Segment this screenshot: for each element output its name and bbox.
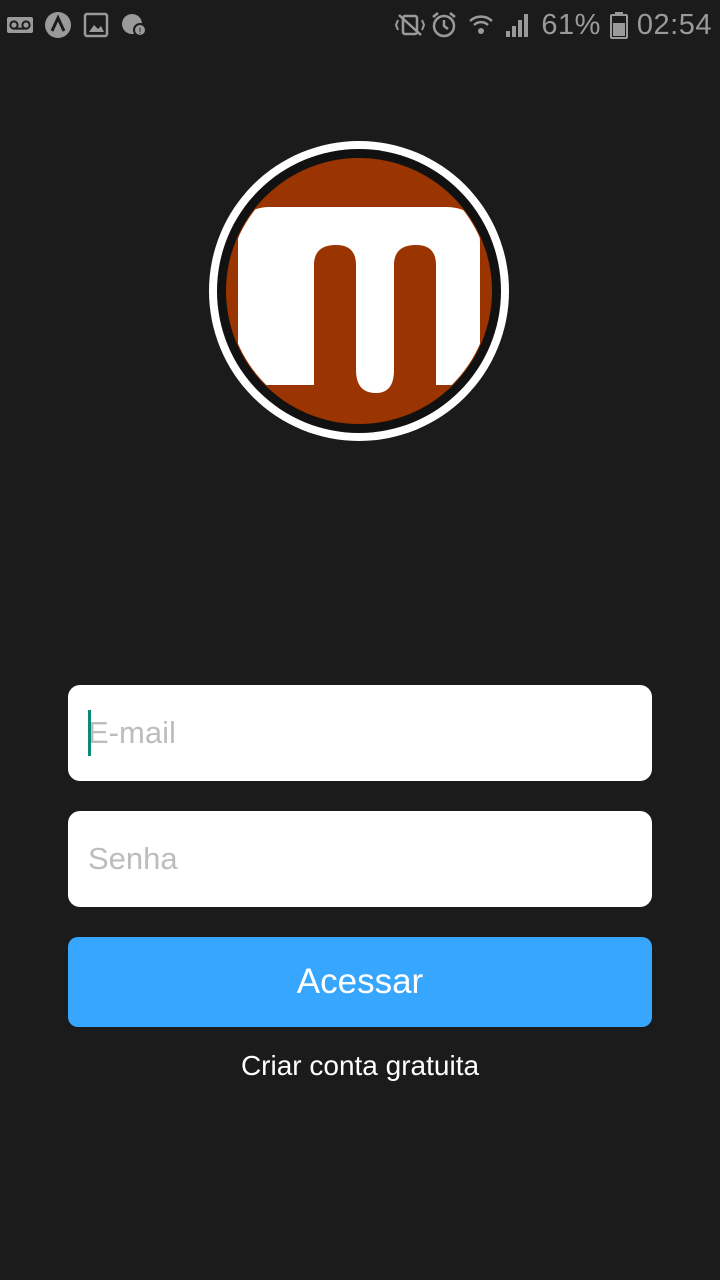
login-button[interactable]: Acessar <box>68 937 652 1027</box>
email-input[interactable] <box>68 685 652 781</box>
login-button-label: Acessar <box>296 962 424 1001</box>
voicemail-icon <box>6 11 34 39</box>
password-field[interactable] <box>68 811 652 907</box>
alarm-icon <box>430 11 458 39</box>
navigation-app-icon <box>44 11 72 39</box>
battery-icon <box>609 11 628 39</box>
password-input[interactable] <box>68 811 652 907</box>
app-logo <box>208 139 510 443</box>
signal-icon <box>504 11 532 39</box>
svg-text:!: ! <box>138 27 142 37</box>
status-bar: ! 61% 02:54 <box>0 0 720 50</box>
create-account-link[interactable]: Criar conta gratuita <box>0 1050 720 1082</box>
email-field[interactable] <box>68 685 652 781</box>
clock-time: 02:54 <box>636 8 712 41</box>
image-icon <box>82 11 110 39</box>
battery-percent: 61% <box>541 8 601 41</box>
notification-badge-icon: ! <box>120 11 148 39</box>
wifi-icon <box>467 11 495 39</box>
mute-vibrate-icon <box>393 11 426 39</box>
text-caret <box>88 710 91 756</box>
